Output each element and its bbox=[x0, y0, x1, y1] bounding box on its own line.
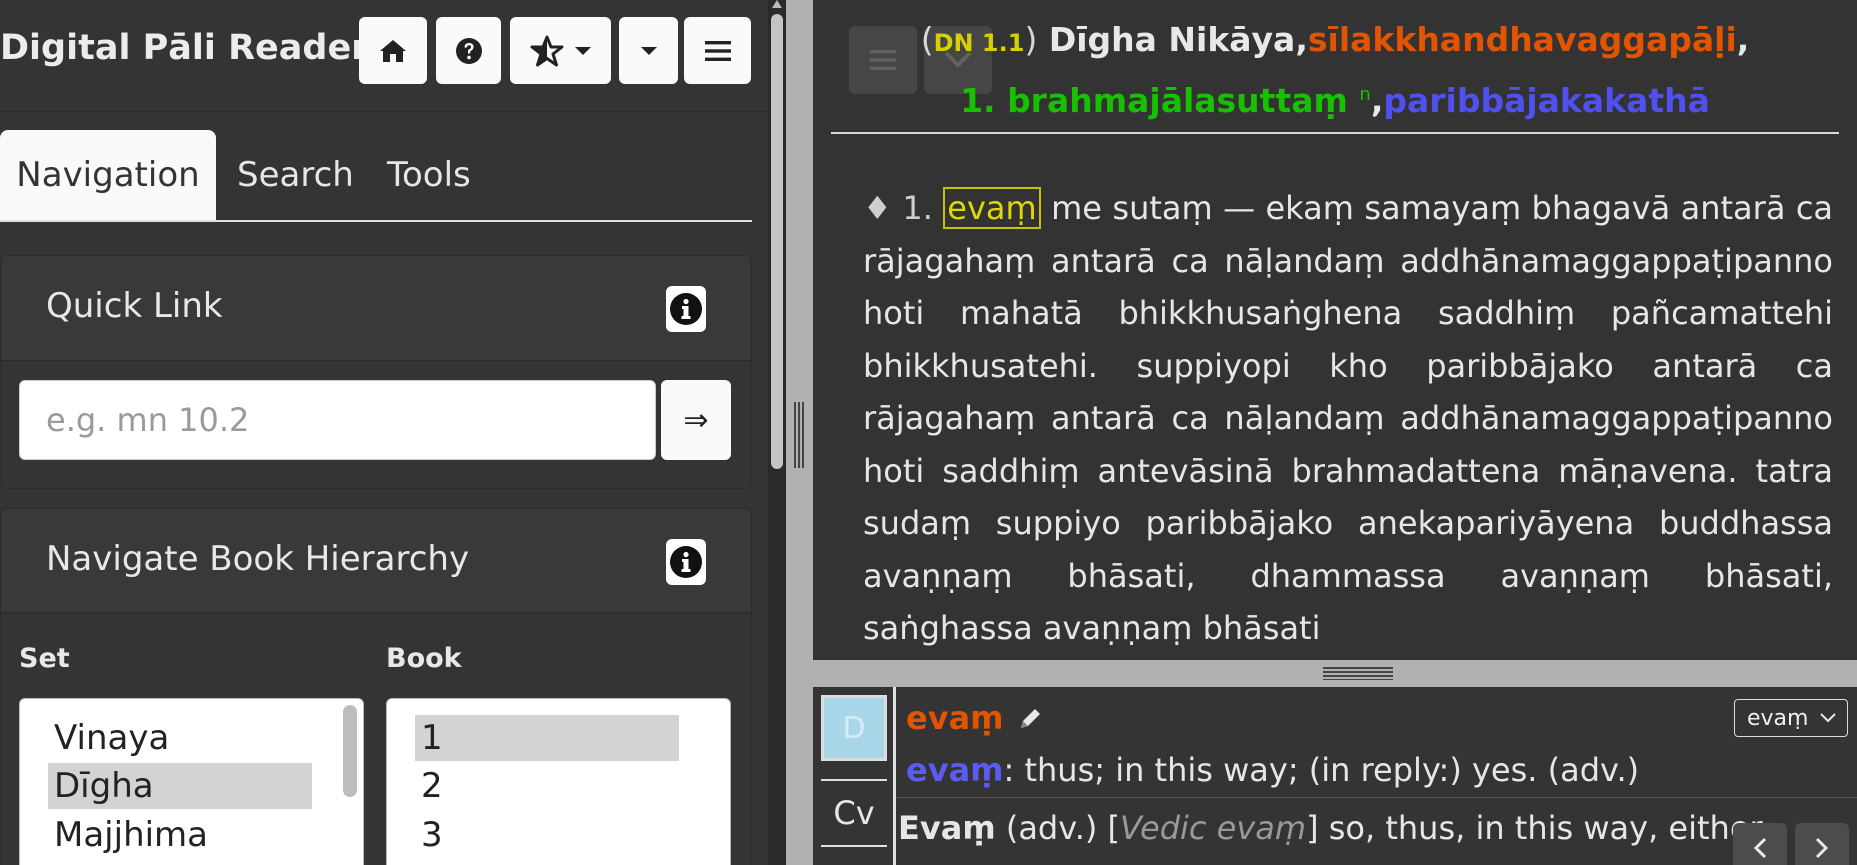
set-option-vinaya[interactable]: Vinaya bbox=[48, 715, 169, 761]
paragraph-text[interactable]: me sutaṃ — ekaṃ samayaṃ bhagavā antarā c… bbox=[863, 189, 1833, 647]
cpd-entry-definition: ] so, thus, in this way, either bbox=[1306, 809, 1763, 847]
heading-book[interactable]: Dīgha Nikāya bbox=[1049, 20, 1296, 59]
heading-separator: , bbox=[1295, 20, 1308, 59]
set-listbox[interactable]: Vinaya Dīgha Majjhima bbox=[19, 698, 364, 865]
reader-heading: (DN 1.1) Dīgha Nikāya,sīlakkhandhavaggap… bbox=[813, 14, 1857, 127]
tabs-underline bbox=[0, 220, 752, 222]
quick-link-go-button[interactable]: ⇒ bbox=[661, 380, 731, 460]
history-dropdown-button[interactable] bbox=[619, 17, 678, 84]
tab-navigation[interactable]: Navigation bbox=[0, 130, 216, 220]
quick-link-header: Quick Link bbox=[1, 256, 751, 361]
chevron-right-icon bbox=[1815, 837, 1829, 859]
info-icon[interactable] bbox=[666, 539, 706, 585]
heading-divider bbox=[831, 132, 1839, 134]
app-title: Digital Pāli Reader bbox=[0, 28, 369, 68]
next-entry-button[interactable] bbox=[1795, 823, 1849, 865]
set-listbox-scrollbar[interactable] bbox=[343, 705, 357, 797]
selected-word[interactable]: evaṃ bbox=[943, 187, 1041, 229]
caret-down-icon bbox=[640, 46, 657, 55]
set-label: Set bbox=[19, 643, 70, 674]
home-button[interactable] bbox=[359, 17, 427, 84]
heading-line-1: (DN 1.1) Dīgha Nikāya,sīlakkhandhavaggap… bbox=[813, 14, 1857, 69]
word-variant-select[interactable]: evaṃ bbox=[1734, 699, 1848, 737]
dictionary-tab-d[interactable]: D bbox=[821, 695, 887, 761]
info-circle-icon bbox=[670, 293, 702, 325]
previous-entry-button[interactable] bbox=[1733, 823, 1787, 865]
entry-divider bbox=[896, 797, 1857, 798]
lookup-word: evaṃ bbox=[906, 699, 1004, 737]
heading-open-paren: ( bbox=[920, 20, 934, 59]
bookmarks-dropdown-button[interactable] bbox=[510, 17, 611, 84]
text-reader: (DN 1.1) Dīgha Nikāya,sīlakkhandhavaggap… bbox=[813, 0, 1857, 660]
heading-ref-link[interactable]: DN 1.1 bbox=[934, 29, 1025, 57]
book-option-1[interactable]: 1 bbox=[415, 715, 679, 761]
set-option-digha[interactable]: Dīgha bbox=[48, 763, 312, 809]
help-button[interactable] bbox=[436, 17, 501, 84]
topbar-divider bbox=[0, 111, 768, 112]
info-circle-icon bbox=[670, 546, 702, 578]
pencil-edit-icon[interactable] bbox=[1018, 705, 1044, 731]
cpd-entry-pos: (adv.) [ bbox=[995, 809, 1120, 847]
heading-vagga[interactable]: sīlakkhandhavaggapāḷi bbox=[1308, 20, 1737, 59]
book-label: Book bbox=[386, 643, 462, 674]
heading-separator: , bbox=[1370, 81, 1384, 120]
left-panel-scrollbar[interactable] bbox=[768, 0, 786, 865]
menu-button[interactable] bbox=[684, 17, 751, 84]
word-variant-value: evaṃ bbox=[1747, 705, 1809, 731]
dictionary-tab-cv[interactable]: Cv bbox=[821, 779, 887, 847]
heading-sutta[interactable]: 1. brahmajālasuttaṃ bbox=[960, 81, 1348, 120]
scrollbar-thumb[interactable] bbox=[771, 14, 783, 469]
set-option-majjhima[interactable]: Majjhima bbox=[48, 812, 208, 858]
question-icon bbox=[455, 37, 482, 64]
heading-section[interactable]: paribbājakakathā bbox=[1383, 81, 1710, 120]
cpd-entry: Evaṃ (adv.) [Vedic evaṃ] so, thus, in th… bbox=[898, 809, 1763, 847]
splitter-grip-icon[interactable] bbox=[1323, 667, 1393, 680]
home-icon bbox=[380, 39, 406, 62]
info-icon[interactable] bbox=[666, 286, 706, 332]
hamburger-menu-icon bbox=[704, 40, 731, 61]
reader-panel: (DN 1.1) Dīgha Nikāya,sīlakkhandhavaggap… bbox=[813, 0, 1857, 865]
star-half-icon bbox=[530, 35, 563, 66]
cpd-entry-etymology: Vedic evaṃ bbox=[1120, 809, 1307, 847]
quick-link-title: Quick Link bbox=[46, 286, 223, 326]
tab-tools[interactable]: Tools bbox=[387, 130, 471, 220]
book-option-2[interactable]: 2 bbox=[415, 763, 443, 809]
dictionary-content: evaṃ evaṃ evaṃ: thus; in this way; (in r… bbox=[893, 687, 1857, 865]
vertical-splitter[interactable] bbox=[786, 0, 813, 865]
pali-paragraph: ♦ 1. evaṃ me sutaṃ — ekaṃ samayaṃ bhagav… bbox=[863, 182, 1833, 655]
tab-search[interactable]: Search bbox=[237, 130, 354, 220]
chevron-down-icon bbox=[1820, 713, 1837, 723]
heading-note-marker[interactable]: n bbox=[1359, 84, 1370, 105]
splitter-grip-icon[interactable] bbox=[794, 402, 806, 468]
book-option-3[interactable]: 3 bbox=[415, 812, 443, 858]
chevron-left-icon bbox=[1753, 837, 1767, 859]
scroll-up-arrow-icon[interactable] bbox=[772, 0, 782, 8]
paragraph-marker: ♦ 1. bbox=[863, 189, 933, 227]
cpd-entry-word: Evaṃ bbox=[898, 809, 996, 847]
book-listbox[interactable]: 1 2 3 bbox=[386, 698, 731, 865]
heading-line-2: 1. brahmajālasuttaṃ n,paribbājakakathā bbox=[813, 69, 1857, 127]
dpd-entry: evaṃ: thus; in this way; (in reply:) yes… bbox=[906, 751, 1639, 789]
heading-close-paren: ) bbox=[1024, 20, 1038, 59]
heading-separator: , bbox=[1736, 20, 1750, 59]
dpd-entry-word[interactable]: evaṃ bbox=[906, 751, 1004, 789]
quick-link-input[interactable] bbox=[19, 380, 656, 460]
dictionary-panel: D Cv evaṃ evaṃ evaṃ: thus; in this way; … bbox=[813, 687, 1857, 865]
navigation-panel: Digital Pāli Reader Navigation Search To… bbox=[0, 0, 768, 865]
hierarchy-header: Navigate Book Hierarchy bbox=[1, 509, 751, 613]
caret-down-icon bbox=[574, 46, 591, 55]
hierarchy-title: Navigate Book Hierarchy bbox=[46, 539, 470, 579]
horizontal-splitter[interactable] bbox=[813, 660, 1857, 687]
dpd-entry-definition: : thus; in this way; (in reply:) yes. (a… bbox=[1003, 751, 1640, 789]
